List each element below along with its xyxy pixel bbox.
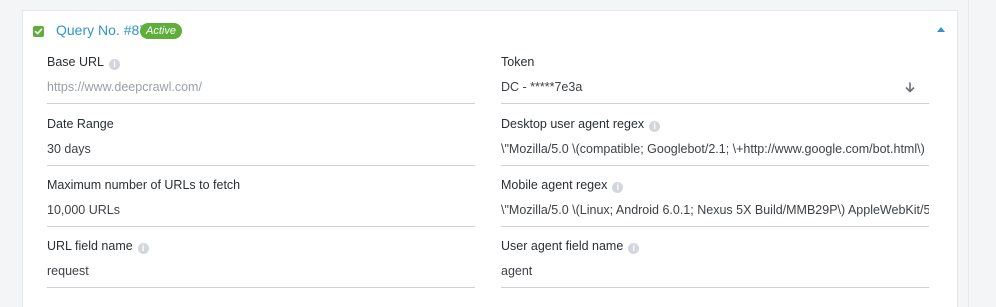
- desktop-regex-underline: [501, 165, 929, 166]
- info-icon[interactable]: i: [612, 182, 624, 193]
- max-urls-label: Maximum number of URLs to fetch: [47, 178, 241, 192]
- info-icon[interactable]: i: [649, 121, 661, 132]
- max-urls-input[interactable]: 10,000 URLs: [47, 203, 475, 218]
- url-field-name-input[interactable]: request: [47, 264, 475, 279]
- token-label: Token: [501, 55, 535, 69]
- query-enabled-checkbox[interactable]: [33, 26, 44, 37]
- arrow-down-icon[interactable]: [905, 82, 915, 93]
- token-select[interactable]: DC - *****7e3a: [501, 80, 929, 95]
- url-field-name-underline: [47, 287, 475, 288]
- info-icon[interactable]: i: [137, 243, 149, 254]
- desktop-regex-input[interactable]: \"Mozilla/5.0 \(compatible; Googlebot/2.…: [501, 142, 929, 157]
- mobile-regex-label: Mobile agent regex i: [501, 178, 624, 193]
- url-field-name-label: URL field name i: [47, 239, 149, 254]
- base-url-label: Base URL i: [47, 55, 120, 70]
- info-icon[interactable]: i: [108, 59, 120, 70]
- ua-field-name-input[interactable]: agent: [501, 264, 929, 279]
- base-url-underline: [47, 103, 475, 104]
- token-underline: [501, 103, 929, 104]
- info-icon[interactable]: i: [628, 243, 640, 254]
- query-panel: Query No. #87 Active Base URL i https://w…: [22, 10, 958, 307]
- ua-field-name-underline: [501, 287, 929, 288]
- page: Query No. #87 Active Base URL i https://w…: [0, 0, 996, 307]
- date-range-underline: [47, 165, 475, 166]
- scrollbar-track[interactable]: [968, 0, 996, 307]
- status-badge: Active: [140, 23, 182, 39]
- base-url-input[interactable]: https://www.deepcrawl.com/: [47, 80, 475, 95]
- query-header[interactable]: Query No. #87 Active: [23, 11, 957, 49]
- desktop-regex-label: Desktop user agent regex i: [501, 117, 661, 132]
- ua-field-name-label: User agent field name i: [501, 239, 640, 254]
- max-urls-underline: [47, 226, 475, 227]
- caret-up-icon[interactable]: [937, 27, 945, 32]
- checkmark-icon: [34, 28, 43, 35]
- query-title[interactable]: Query No. #87: [56, 22, 147, 39]
- date-range-input[interactable]: 30 days: [47, 142, 475, 157]
- mobile-regex-input[interactable]: \"Mozilla/5.0 \(Linux; Android 6.0.1; Ne…: [501, 203, 929, 218]
- mobile-regex-underline: [501, 226, 929, 227]
- date-range-label: Date Range: [47, 117, 114, 131]
